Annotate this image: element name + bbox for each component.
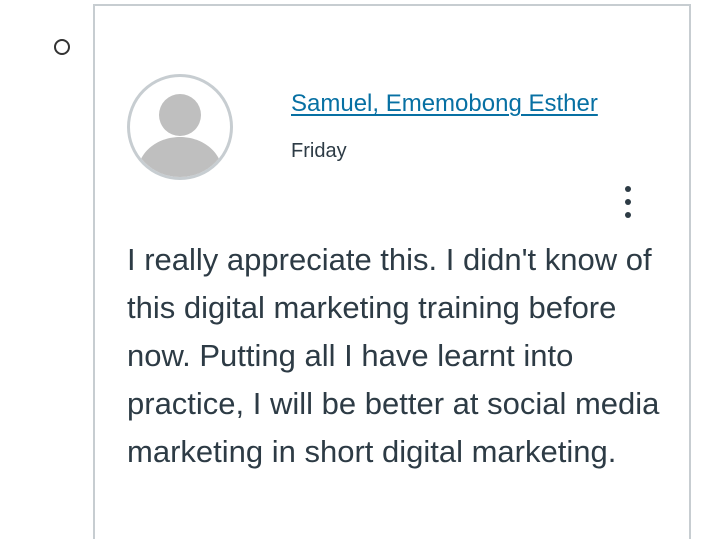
post-date: Friday [291, 140, 347, 162]
default-user-avatar-icon [136, 94, 224, 177]
discussion-page: Samuel, Ememobong Esther Friday I really… [0, 0, 716, 539]
unread-indicator-radio[interactable] [54, 39, 70, 55]
discussion-entry-card: Samuel, Ememobong Esther Friday I really… [93, 4, 691, 539]
entry-message-text: I really appreciate this. I didn't know … [127, 242, 660, 469]
author-name-link[interactable]: Samuel, Ememobong Esther [291, 90, 598, 118]
author-avatar[interactable] [127, 74, 233, 180]
kebab-menu-icon[interactable] [615, 182, 641, 222]
